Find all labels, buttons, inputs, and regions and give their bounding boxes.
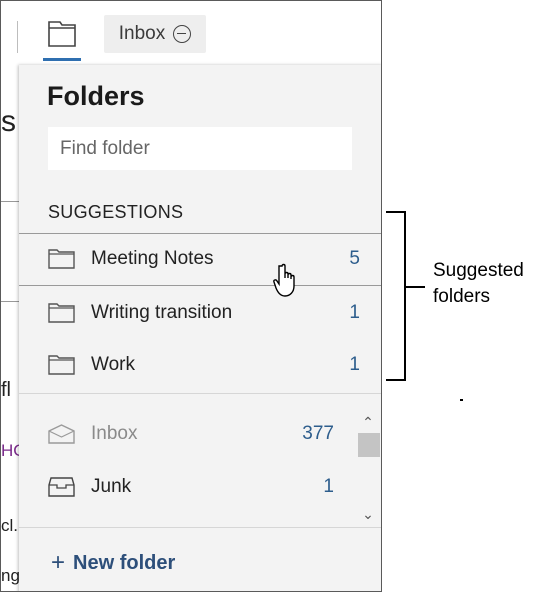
annotation-line: folders (433, 285, 491, 307)
mail-window: Inbox s fl HO cl. ng Folders SUGGESTIONS… (0, 0, 382, 592)
folder-row-junk[interactable]: Junk 1 (19, 462, 357, 512)
plus-icon: + (51, 549, 66, 576)
suggested-folder-row[interactable]: Meeting Notes 5 (19, 234, 381, 284)
inbox-pill-label: Inbox (118, 23, 166, 44)
folder-icon (48, 303, 75, 323)
scroll-up-icon[interactable]: ⌃ (361, 415, 375, 429)
remove-circle-icon[interactable] (173, 25, 192, 43)
folder-label: Inbox (91, 423, 138, 444)
new-folder-label: New folder (73, 551, 176, 574)
junk-icon (48, 477, 75, 497)
new-folder-button[interactable]: + New folder (51, 549, 175, 577)
annotation-label: Suggested folders (433, 258, 524, 309)
folder-icon (48, 355, 75, 375)
folder-count: 1 (323, 476, 334, 497)
background-divider (1, 201, 21, 202)
folder-label: Meeting Notes (91, 248, 214, 269)
background-text: fl (1, 379, 11, 401)
inbox-icon (48, 424, 75, 444)
background-text: cl. (1, 516, 18, 535)
inbox-filter-pill[interactable]: Inbox (104, 15, 206, 53)
folders-tab[interactable] (43, 15, 81, 61)
folder-label: Writing transition (91, 302, 233, 323)
folder-icon (48, 21, 76, 47)
annotation-bracket (386, 211, 406, 381)
background-text: ng (1, 566, 20, 585)
stray-mark (460, 399, 463, 401)
scroll-down-icon[interactable]: ⌄ (361, 507, 375, 521)
background-text: s (1, 105, 16, 138)
suggested-folder-row[interactable]: Work 1 (19, 340, 381, 390)
background-divider (1, 301, 21, 302)
section-divider (19, 527, 381, 528)
folder-count: 5 (349, 248, 360, 269)
folder-count: 1 (349, 302, 360, 323)
folder-count: 377 (302, 423, 334, 444)
annotation-line: Suggested (433, 260, 524, 281)
panel-title: Folders (47, 81, 145, 111)
toolbar-divider (17, 21, 18, 53)
scroll-thumb[interactable] (358, 433, 380, 457)
folder-label: Junk (91, 476, 132, 497)
find-folder-input[interactable] (48, 127, 352, 170)
active-tab-indicator (43, 58, 81, 61)
folder-row-inbox[interactable]: Inbox 377 (19, 409, 357, 459)
top-bar: Inbox (1, 1, 381, 65)
suggestions-header: SUGGESTIONS (48, 202, 184, 222)
folder-list-scrollbar[interactable]: ⌃ ⌄ (357, 415, 380, 523)
folders-panel: Folders SUGGESTIONS Meeting Notes 5 Writ… (19, 65, 381, 591)
section-divider (19, 393, 381, 394)
folder-label: Work (91, 354, 135, 375)
hand-pointer-icon (273, 263, 295, 297)
folder-icon (48, 249, 75, 269)
folder-count: 1 (349, 354, 360, 375)
suggested-folder-row[interactable]: Writing transition 1 (19, 288, 381, 338)
row-divider (19, 285, 381, 286)
annotation-bracket-tick (405, 286, 425, 288)
